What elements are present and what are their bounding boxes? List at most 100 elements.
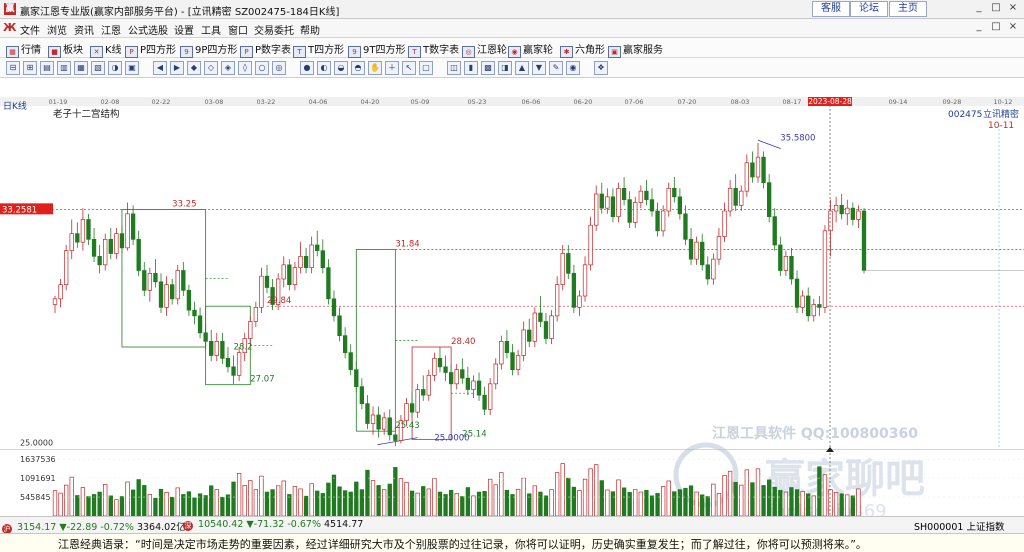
candle-body [677, 196, 683, 215]
tool-winner-service[interactable]: ▣ 赢家服务 [608, 41, 663, 58]
volume-bar [86, 496, 91, 516]
menu-file[interactable]: 文件 [20, 22, 40, 37]
drawing-tool-icon[interactable]: ◫ [447, 61, 461, 75]
volume-bar [164, 492, 169, 516]
volume-bar [582, 478, 588, 516]
drawing-tool-icon[interactable]: ◑ [108, 61, 122, 75]
drawing-tool-icon[interactable]: ◨ [498, 61, 512, 75]
drawing-toolbar: ⊟ ⊞ ▤ ▥ ▦ ▧ ◑ ▣ ◀ ▶ ◆ ◇ ◈ ◊ ○ ◎ ● ◐ ◒ ◓ ✋ ＋ ↖ ▢ ◫ ▮ ▩ ◨ ▲ ▼ ✎ ◉ ❖ [0, 58, 1024, 78]
tool-t-square[interactable]: T T四方形 [293, 41, 344, 58]
volume-bar [610, 491, 616, 516]
date-tick-label: 02-22 [152, 98, 171, 106]
drawing-tool-icon[interactable]: ◒ [334, 61, 348, 75]
volume-bar [739, 484, 744, 516]
drawing-tool-icon[interactable]: ↖ [402, 61, 416, 75]
link-customer-service[interactable]: 客服 [812, 1, 850, 17]
candle-body [136, 238, 141, 271]
drawing-tool-icon[interactable]: ▥ [57, 61, 71, 75]
candle-body [69, 233, 74, 252]
tool-sectors[interactable]: ■ 板块 [48, 41, 83, 58]
candle-body [86, 219, 91, 240]
tool-9p-square[interactable]: 9 9P四方形 [180, 41, 237, 58]
link-forum[interactable]: 论坛 [850, 1, 888, 17]
child-close-button[interactable]: × [1006, 21, 1020, 33]
candle-body [549, 315, 554, 339]
candle-body [443, 366, 448, 373]
minimize-button[interactable]: _ [972, 2, 986, 14]
sz-index-segment[interactable]: 深 10540.42 ▼-71.32 -0.67% 4514.77 [183, 519, 363, 531]
volume-bar [543, 495, 549, 516]
drawing-tool-icon[interactable]: ◐ [317, 61, 331, 75]
maximize-button[interactable]: □ [989, 2, 1003, 14]
candle-body [806, 295, 811, 317]
child-minimize-button[interactable]: _ [972, 21, 986, 33]
candle-body [225, 357, 231, 368]
tool-winner-wheel[interactable]: ◉ 赢家轮 [508, 41, 553, 58]
volume-bar [404, 481, 409, 516]
drawing-tool-icon[interactable]: ✎ [549, 61, 563, 75]
drawing-tool-icon[interactable]: ◉ [566, 61, 580, 75]
tool-9t-square[interactable]: 9 9T四方形 [348, 41, 405, 58]
current-index-segment[interactable]: SH000001 上证指数 [914, 519, 1005, 533]
drawing-tool-icon[interactable]: ＋ [385, 61, 399, 75]
volume-bar [660, 486, 666, 516]
tool-p-number-table[interactable]: P P数字表 [240, 41, 291, 58]
drawing-tool-icon[interactable]: ◓ [351, 61, 365, 75]
menu-help[interactable]: 帮助 [300, 22, 320, 37]
menu-trade[interactable]: 交易委托 [254, 22, 294, 37]
volume-bar [259, 475, 264, 516]
close-button[interactable]: × [1006, 2, 1020, 14]
drawing-tool-icon[interactable]: ◎ [272, 61, 286, 75]
drawing-tool-icon[interactable]: ⊟ [6, 61, 20, 75]
link-home[interactable]: 主页 [889, 1, 927, 17]
sh-index-segment[interactable]: 沪 3154.17 ▼-22.89 -0.72% 3364.02亿 [2, 519, 186, 534]
menu-window[interactable]: 窗口 [228, 22, 248, 37]
candle-body [504, 340, 510, 354]
drawing-tool-icon[interactable]: ✋ [368, 61, 382, 75]
candle-body [58, 284, 63, 300]
candle-body [119, 233, 125, 249]
candle-body [566, 253, 571, 274]
drawing-tool-icon[interactable]: ▶ [170, 61, 184, 75]
drawing-tool-icon[interactable]: ◊ [238, 61, 252, 75]
menu-gann[interactable]: 江恩 [101, 22, 121, 37]
volume-bar [538, 491, 543, 516]
p-square-icon: P [125, 46, 138, 58]
menu-formula-select[interactable]: 公式选股 [128, 22, 168, 37]
tool-quotes[interactable]: ▦ 行情 [6, 41, 41, 58]
menu-tools[interactable]: 工具 [201, 22, 221, 37]
drawing-tool-icon[interactable]: ⊞ [23, 61, 37, 75]
9p-square-icon: 9 [180, 46, 193, 58]
menu-info[interactable]: 资讯 [74, 22, 94, 37]
drawing-tool-icon[interactable]: ▧ [91, 61, 105, 75]
menu-settings[interactable]: 设置 [174, 22, 194, 37]
candle-body [571, 272, 577, 308]
tool-hexagon[interactable]: ✱ 六角形 [560, 41, 605, 58]
tool-gann-wheel[interactable]: ◎ 江恩轮 [462, 41, 507, 58]
drawing-tool-icon[interactable]: ◈ [221, 61, 235, 75]
child-maximize-button[interactable]: □ [989, 21, 1003, 33]
drawing-tool-icon[interactable]: ● [300, 61, 314, 75]
drawing-tool-icon[interactable]: ◀ [153, 61, 167, 75]
candle-body [309, 244, 314, 269]
kline-chart[interactable]: 01-19 02-08 02-22 03-08 03-22 04-06 04-20 05-09… [0, 97, 1024, 516]
drawing-tool-icon[interactable]: ◇ [204, 61, 218, 75]
drawing-tool-icon[interactable]: ❖ [594, 61, 608, 75]
drawing-tool-icon[interactable]: ▼ [532, 61, 546, 75]
candle-body [281, 264, 286, 280]
volume-bar [298, 488, 303, 516]
drawing-tool-icon[interactable]: ▣ [125, 61, 139, 75]
drawing-tool-icon[interactable]: ▤ [40, 61, 54, 75]
drawing-tool-icon[interactable]: ▲ [515, 61, 529, 75]
drawing-tool-icon[interactable]: ○ [255, 61, 269, 75]
drawing-tool-icon[interactable]: ▮ [464, 61, 478, 75]
drawing-tool-icon[interactable]: ▦ [74, 61, 88, 75]
drawing-tool-icon[interactable]: ▩ [481, 61, 495, 75]
tool-p-square[interactable]: P P四方形 [125, 41, 176, 58]
volume-bar [147, 494, 153, 516]
tool-t-number-table[interactable]: T T数字表 [408, 41, 459, 58]
menu-browse[interactable]: 浏览 [47, 22, 67, 37]
drawing-tool-icon[interactable]: ▢ [419, 61, 433, 75]
tool-kline[interactable]: ✕ K线 [90, 41, 122, 58]
drawing-tool-icon[interactable]: ◆ [187, 61, 201, 75]
